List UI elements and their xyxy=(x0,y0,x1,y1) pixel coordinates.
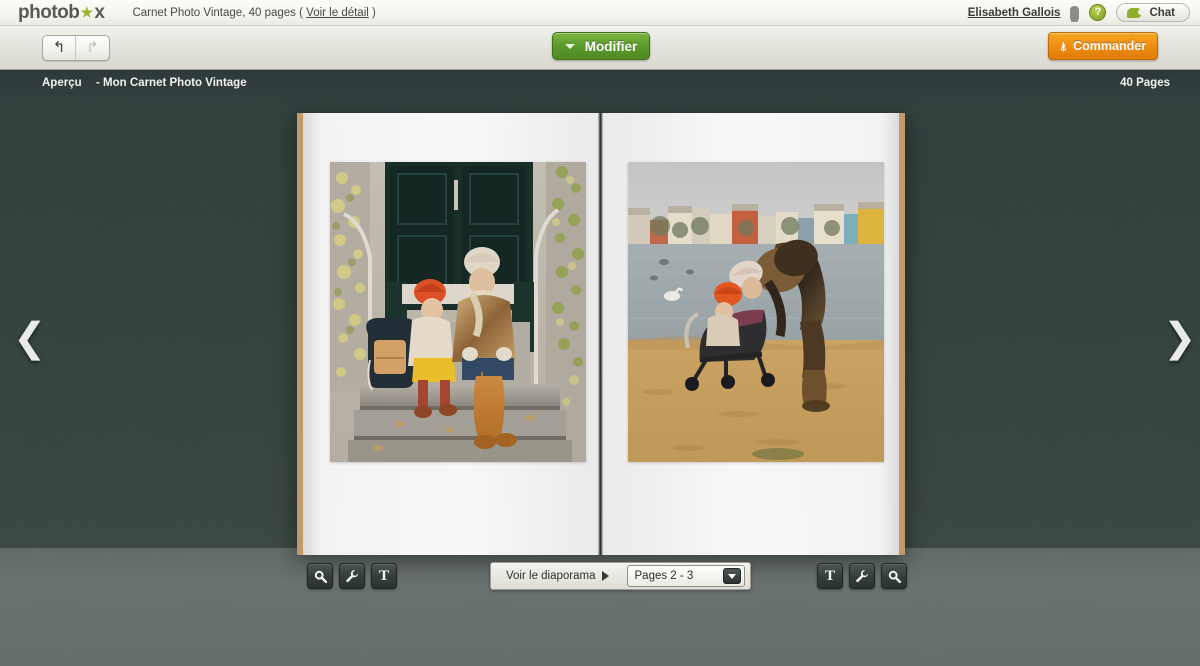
redo-button[interactable]: ↱ xyxy=(76,36,109,60)
preview-title: Aperçu - Mon Carnet Photo Vintage xyxy=(42,77,247,89)
viewer-center-controls: Voir le diaporama Pages 2 - 3 xyxy=(490,562,751,590)
zoom-glyph xyxy=(314,570,327,583)
text-icon[interactable]: T xyxy=(371,563,397,589)
commander-button[interactable]: ⍋ Commander xyxy=(1048,32,1158,60)
wrench-glyph xyxy=(346,570,359,583)
top-header-bar: photob x Carnet Photo Vintage, 40 pages … xyxy=(0,0,1200,26)
chevron-down-icon xyxy=(564,43,575,49)
modifier-button[interactable]: Modifier xyxy=(552,32,650,60)
shopping-cart-icon: ⍋ xyxy=(1059,39,1068,53)
text-glyph: T xyxy=(378,567,389,584)
document-title: Carnet Photo Vintage, 40 pages xyxy=(132,6,296,19)
slideshow-button[interactable]: Voir le diaporama xyxy=(496,570,619,582)
header-account-area: Elisabeth Gallois ? Chat xyxy=(968,3,1190,22)
page-range-value: Pages 2 - 3 xyxy=(634,570,694,582)
book-gutter xyxy=(598,113,603,555)
chat-bubble-icon xyxy=(1127,7,1145,18)
star-icon xyxy=(80,6,94,18)
photo-woman-and-child-on-steps[interactable] xyxy=(330,162,586,462)
left-page-tools: T xyxy=(307,563,397,589)
chat-button[interactable]: Chat xyxy=(1116,3,1190,22)
book-preview-viewer: Aperçu - Mon Carnet Photo Vintage 40 Pag… xyxy=(0,70,1200,666)
wrench-glyph xyxy=(856,570,869,583)
document-info: Carnet Photo Vintage, 40 pages ( Voir le… xyxy=(132,7,375,19)
page-range-select[interactable]: Pages 2 - 3 xyxy=(626,565,745,587)
book-spread xyxy=(297,113,905,555)
previous-page-arrow-icon[interactable]: ❮ xyxy=(13,318,47,358)
preview-sub-header: Aperçu - Mon Carnet Photo Vintage 40 Pag… xyxy=(0,70,1200,96)
user-icon xyxy=(1070,5,1080,22)
zoom-icon[interactable] xyxy=(881,563,907,589)
zoom-icon[interactable] xyxy=(307,563,333,589)
editor-toolbar: ↰ ↱ Modifier ⍋ Commander xyxy=(0,26,1200,70)
commander-button-label: Commander xyxy=(1073,39,1147,53)
photo-right-artwork xyxy=(628,162,884,462)
zoom-glyph xyxy=(888,570,901,583)
right-page-tools: T xyxy=(817,563,907,589)
detail-paren-open: ( xyxy=(299,6,303,19)
text-icon[interactable]: T xyxy=(817,563,843,589)
next-page-arrow-icon[interactable]: ❯ xyxy=(1163,318,1197,358)
book-page-right[interactable] xyxy=(601,113,905,555)
photo-left-artwork xyxy=(330,162,586,462)
undo-arrow-icon: ↰ xyxy=(52,39,66,56)
view-detail-link[interactable]: Voir le détail xyxy=(306,7,369,19)
chevron-down-icon[interactable] xyxy=(722,568,741,584)
redo-arrow-icon: ↱ xyxy=(86,39,99,56)
text-glyph: T xyxy=(824,567,835,584)
chat-button-label: Chat xyxy=(1149,6,1175,19)
photo-woman-with-stroller-by-lake[interactable] xyxy=(628,162,884,462)
wrench-icon[interactable] xyxy=(339,563,365,589)
undo-button[interactable]: ↰ xyxy=(43,35,76,60)
help-icon[interactable]: ? xyxy=(1089,4,1107,21)
play-triangle-icon xyxy=(601,571,609,581)
account-name-link[interactable]: Elisabeth Gallois xyxy=(968,7,1061,19)
photobox-logo[interactable]: photob x xyxy=(18,2,105,23)
detail-paren-close: ) xyxy=(372,6,376,19)
undo-redo-group: ↰ ↱ xyxy=(42,34,110,61)
modifier-button-label: Modifier xyxy=(584,38,638,54)
preview-mode-label: Aperçu xyxy=(42,77,82,89)
logo-text-left: photob xyxy=(18,2,80,23)
logo-text-right: x xyxy=(94,2,105,23)
wrench-icon[interactable] xyxy=(849,563,875,589)
book-page-left[interactable] xyxy=(297,113,601,555)
slideshow-label: Voir le diaporama xyxy=(506,570,596,582)
total-page-count: 40 Pages xyxy=(1120,77,1170,89)
preview-project-name: - Mon Carnet Photo Vintage xyxy=(96,77,247,89)
